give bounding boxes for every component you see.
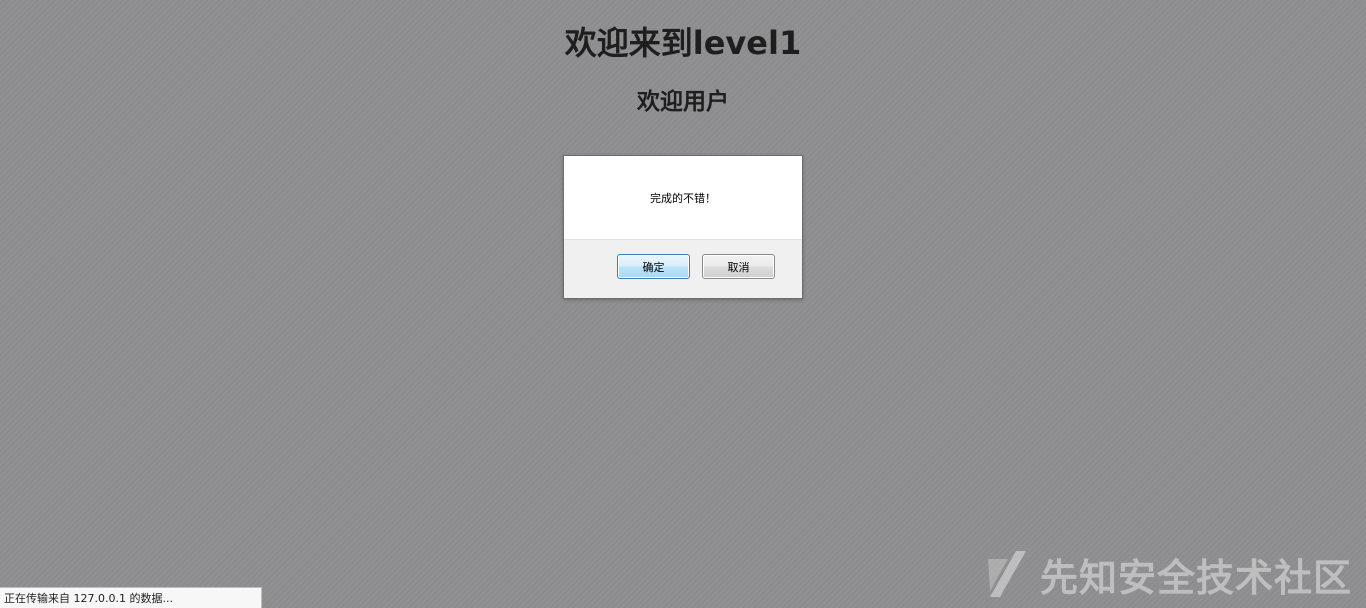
dialog-body: 完成的不错！ [564, 156, 802, 240]
cancel-button[interactable]: 取消 [702, 254, 775, 279]
watermark-logo-icon [987, 551, 1026, 597]
page-background: 欢迎来到level1 欢迎用户 完成的不错！ 确定 取消 先知安全技术社区 正在… [0, 0, 1366, 608]
page-title: 欢迎来到level1 [564, 24, 802, 62]
watermark: 先知安全技术社区 [986, 546, 1352, 602]
status-bar: 正在传输来自 127.0.0.1 的数据... [0, 587, 262, 608]
confirm-dialog: 完成的不错！ 确定 取消 [563, 155, 803, 299]
dialog-message: 完成的不错！ [650, 192, 716, 205]
page-subtitle: 欢迎用户 [637, 89, 729, 115]
ok-button[interactable]: 确定 [617, 254, 690, 279]
watermark-text: 先知安全技术社区 [1039, 555, 1352, 600]
dialog-footer: 确定 取消 [564, 239, 802, 298]
